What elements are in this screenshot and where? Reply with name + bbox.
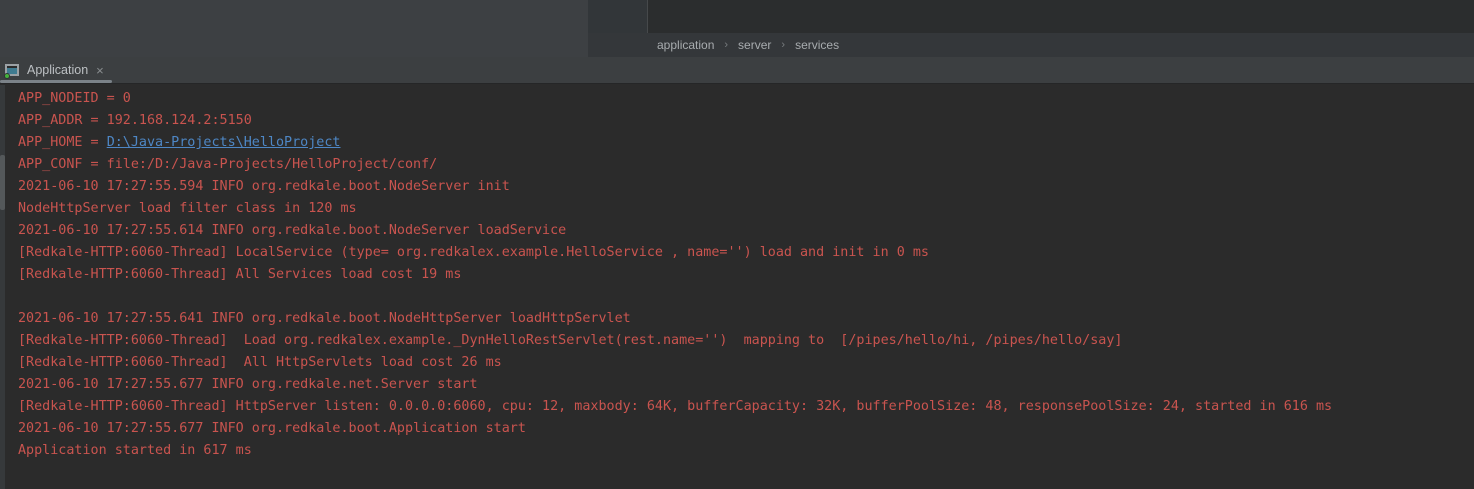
console-line: APP_HOME = D:\Java-Projects\HelloProject <box>18 132 1474 154</box>
breadcrumb-item-application[interactable]: application <box>657 38 714 52</box>
breadcrumb-item-services[interactable]: services <box>795 38 839 52</box>
chevron-right-icon: › <box>724 39 728 51</box>
editor-pane-divider-block <box>588 0 647 33</box>
console-line-text: APP_HOME = <box>18 135 107 150</box>
console-line: [Redkale-HTTP:6060-Thread] All HttpServl… <box>18 352 1474 374</box>
console-line: APP_CONF = file:/D:/Java-Projects/HelloP… <box>18 154 1474 176</box>
tab-application[interactable]: Application × <box>0 57 112 83</box>
running-indicator-dot <box>4 73 10 79</box>
console-running-icon <box>4 63 21 78</box>
console-line: 2021-06-10 17:27:55.614 INFO org.redkale… <box>18 220 1474 242</box>
console-line: [Redkale-HTTP:6060-Thread] Load org.redk… <box>18 330 1474 352</box>
console-line: [Redkale-HTTP:6060-Thread] LocalService … <box>18 242 1474 264</box>
chevron-right-icon: › <box>781 39 785 51</box>
console-line: 2021-06-10 17:27:55.677 INFO org.redkale… <box>18 374 1474 396</box>
console-line: NodeHttpServer load filter class in 120 … <box>18 198 1474 220</box>
console-line: Application started in 617 ms <box>18 440 1474 462</box>
console-line: 2021-06-10 17:27:55.594 INFO org.redkale… <box>18 176 1474 198</box>
console-line: APP_ADDR = 192.168.124.2:5150 <box>18 110 1474 132</box>
editor-pane-right[interactable] <box>588 0 1474 33</box>
console-line: APP_NODEID = 0 <box>18 88 1474 110</box>
console-output[interactable]: APP_NODEID = 0APP_ADDR = 192.168.124.2:5… <box>0 85 1474 489</box>
console-line: [Redkale-HTTP:6060-Thread] All Services … <box>18 264 1474 286</box>
tab-application-label: Application <box>27 63 88 77</box>
console-line: 2021-06-10 17:27:55.641 INFO org.redkale… <box>18 308 1474 330</box>
breadcrumb-item-server[interactable]: server <box>738 38 771 52</box>
editor-pane-left[interactable] <box>0 0 588 57</box>
breadcrumb: application › server › services <box>588 33 1474 57</box>
active-tab-underline <box>0 80 112 83</box>
close-icon[interactable]: × <box>96 64 104 77</box>
editor-split-divider[interactable] <box>647 0 648 33</box>
console-line: 2021-06-10 17:27:55.677 INFO org.redkale… <box>18 418 1474 440</box>
console-tab-bar: Application × <box>0 57 1474 84</box>
console-line <box>18 286 1474 308</box>
file-link[interactable]: D:\Java-Projects\HelloProject <box>107 135 341 150</box>
stripe-handle[interactable] <box>0 155 5 210</box>
toolwindow-left-stripe <box>0 85 5 489</box>
console-line: [Redkale-HTTP:6060-Thread] HttpServer li… <box>18 396 1474 418</box>
run-tool-window: application › server › services Applicat… <box>0 0 1474 489</box>
